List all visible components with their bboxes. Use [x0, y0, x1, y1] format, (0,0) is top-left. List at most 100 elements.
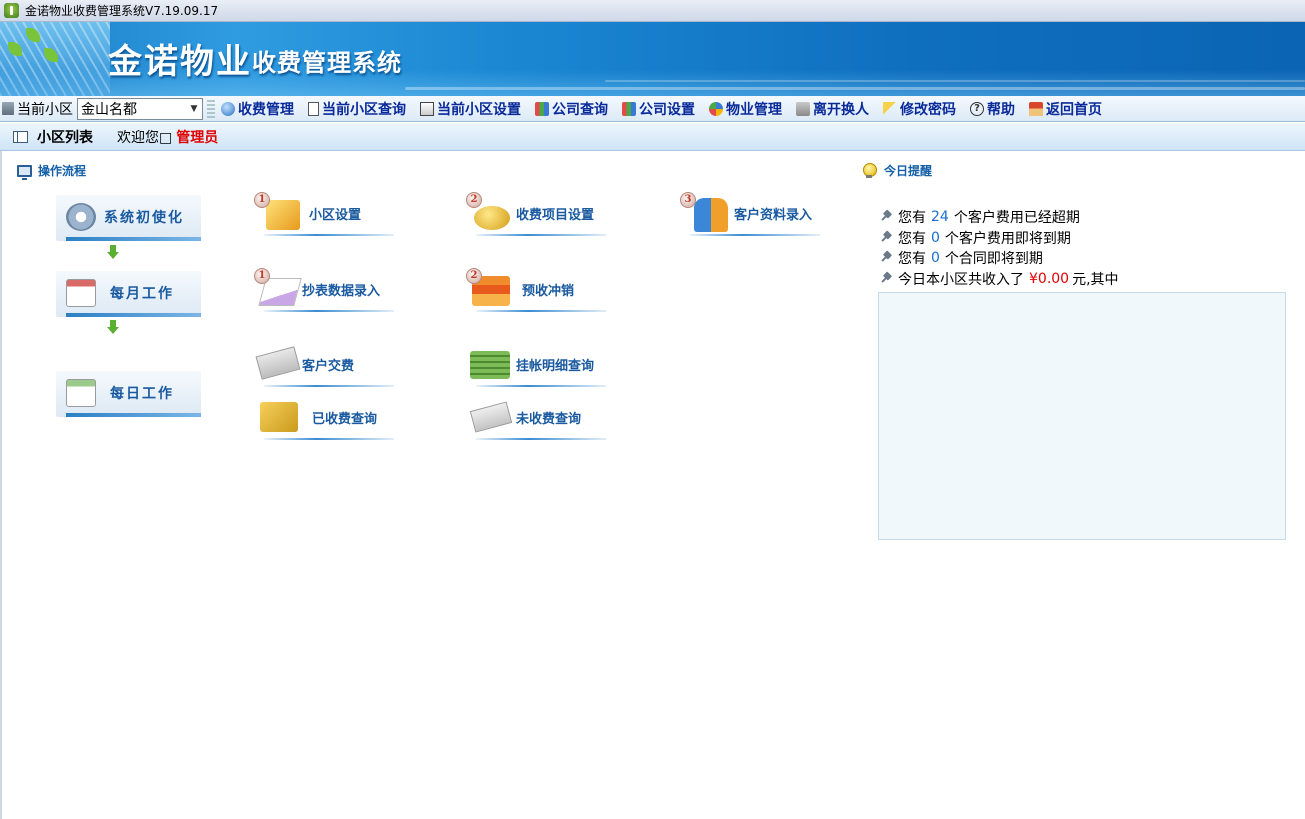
card-icon [469, 401, 513, 433]
stage-underline [66, 313, 201, 317]
arrow-down-icon [107, 245, 119, 259]
book-icon [622, 101, 636, 116]
window-titlebar: 金诺物业收费管理系统V7.19.09.17 [0, 0, 1305, 22]
stage-label: 每月工作 [110, 286, 174, 302]
op-label: 客户交费 [302, 359, 355, 374]
money-stack-icon [470, 351, 510, 379]
nav-community-settings[interactable]: 当前小区设置 [420, 99, 521, 119]
op-underline [476, 234, 606, 236]
nav-home[interactable]: 返回首页 [1029, 99, 1102, 119]
reminder-list: 您有 24 个客户费用已经超期 您有 0 个客户费用即将到期 您有 0 个合同即… [880, 207, 1119, 289]
reminder-contracts[interactable]: 您有 0 个合同即将到期 [880, 248, 1119, 269]
stage-underline [66, 413, 201, 417]
op-label: 已收费查询 [312, 412, 378, 427]
nav-property-management[interactable]: 物业管理 [709, 99, 782, 119]
home-icon [1029, 101, 1043, 116]
nav-label: 帮助 [987, 101, 1015, 118]
step-number: 2 [466, 192, 482, 208]
stage-underline [66, 237, 201, 241]
nav-community-query[interactable]: 当前小区查询 [308, 99, 406, 119]
community-select[interactable]: 金山名都 ▼ [77, 97, 203, 120]
arrow-down-icon [107, 320, 119, 334]
stage-daily-work[interactable]: 每日工作 [56, 371, 201, 417]
nav-label: 公司查询 [552, 101, 608, 118]
op-underline [264, 310, 394, 312]
step-number: 1 [254, 268, 270, 284]
leaf-icon [8, 42, 22, 56]
nav-label: 当前小区设置 [437, 101, 521, 118]
switch-user-icon [796, 101, 810, 116]
flow-heading: 操作流程 [17, 162, 87, 180]
stage-system-init[interactable]: 系统初使化 [56, 195, 201, 241]
nav-company-settings[interactable]: 公司设置 [622, 99, 695, 119]
nav-label: 收费管理 [238, 101, 294, 118]
op-fee-item-settings[interactable]: 2 收费项目设置 [466, 192, 606, 236]
bulb-icon [862, 162, 877, 179]
nav-help[interactable]: ? 帮助 [970, 99, 1015, 119]
nav-label: 离开换人 [813, 101, 869, 118]
main-toolbar: 当前小区 金山名都 ▼ 收费管理 当前小区查询 当前小区设置 公司查询 公司设置… [0, 96, 1305, 122]
chevron-down-icon[interactable]: ▼ [186, 99, 202, 119]
op-underline [264, 385, 394, 387]
nav-label: 修改密码 [900, 101, 956, 118]
nav-fee-management[interactable]: 收费管理 [221, 99, 294, 119]
op-underline [264, 234, 394, 236]
op-underline [690, 234, 820, 236]
property-icon [709, 101, 723, 116]
leaf-icon [26, 28, 40, 42]
op-pending-detail-query[interactable]: 挂帐明细查询 [466, 343, 606, 387]
reminder-income: 今日本小区共收入了 ¥0.00 元,其中 [880, 269, 1119, 290]
stage-label: 每日工作 [110, 386, 174, 402]
op-unpaid-query[interactable]: 未收费查询 [466, 396, 606, 440]
section-header: 小区列表 欢迎您□ 管理员 [0, 123, 1305, 151]
op-customer-entry[interactable]: 3 客户资料录入 [680, 192, 820, 236]
help-icon: ? [970, 101, 984, 116]
community-icon [266, 200, 300, 230]
op-meter-entry[interactable]: 1 抄表数据录入 [254, 268, 394, 312]
op-underline [264, 438, 394, 440]
op-label: 预收冲销 [522, 284, 575, 299]
flow-heading-text: 操作流程 [38, 164, 87, 178]
settings-icon [420, 101, 434, 116]
pin-icon [880, 232, 892, 244]
op-underline [476, 438, 606, 440]
app-logo-icon [4, 3, 19, 18]
fee-management-icon [221, 101, 235, 116]
reminder-overdue[interactable]: 您有 24 个客户费用已经超期 [880, 207, 1119, 228]
stage-monthly-work[interactable]: 每月工作 [56, 271, 201, 317]
current-community-text: 当前小区 [17, 101, 73, 118]
window-title: 金诺物业收费管理系统V7.19.09.17 [25, 4, 219, 18]
nav-company-query[interactable]: 公司查询 [535, 99, 608, 119]
reminder-expiring[interactable]: 您有 0 个客户费用即将到期 [880, 228, 1119, 249]
current-community-label: 当前小区 [2, 99, 73, 119]
op-paid-query[interactable]: 已收费查询 [254, 396, 394, 440]
pin-icon [880, 252, 892, 264]
coins-icon [474, 206, 510, 230]
pin-icon [880, 273, 892, 285]
contracts-count: 0 [931, 250, 940, 267]
step-number: 3 [680, 192, 696, 208]
nav-switch-user[interactable]: 离开换人 [796, 99, 869, 119]
banner-wave [405, 87, 1305, 90]
list-icon [13, 130, 28, 143]
calendar-icon [66, 379, 96, 407]
income-detail-panel [878, 292, 1286, 540]
reminder-text: 您有 [898, 251, 926, 268]
overdue-count: 24 [931, 209, 949, 226]
nav-label: 物业管理 [726, 101, 782, 118]
step-number: 1 [254, 192, 270, 208]
nav-change-password[interactable]: 修改密码 [883, 99, 956, 119]
op-customer-payment[interactable]: 客户交费 [254, 343, 394, 387]
nav-label: 当前小区查询 [322, 101, 406, 118]
toolbar-grip[interactable] [207, 99, 215, 118]
op-community-settings[interactable]: 1 小区设置 [254, 192, 394, 236]
book-icon [535, 101, 549, 116]
op-label: 收费项目设置 [516, 208, 595, 223]
op-prepaid-offset[interactable]: 2 预收冲销 [466, 268, 606, 312]
key-icon [883, 101, 897, 116]
op-label: 抄表数据录入 [302, 284, 381, 299]
card-icon [255, 346, 301, 380]
op-label: 客户资料录入 [734, 208, 813, 223]
banner-subtitle: 收费管理系统 [252, 48, 402, 77]
op-label: 小区设置 [309, 208, 362, 223]
